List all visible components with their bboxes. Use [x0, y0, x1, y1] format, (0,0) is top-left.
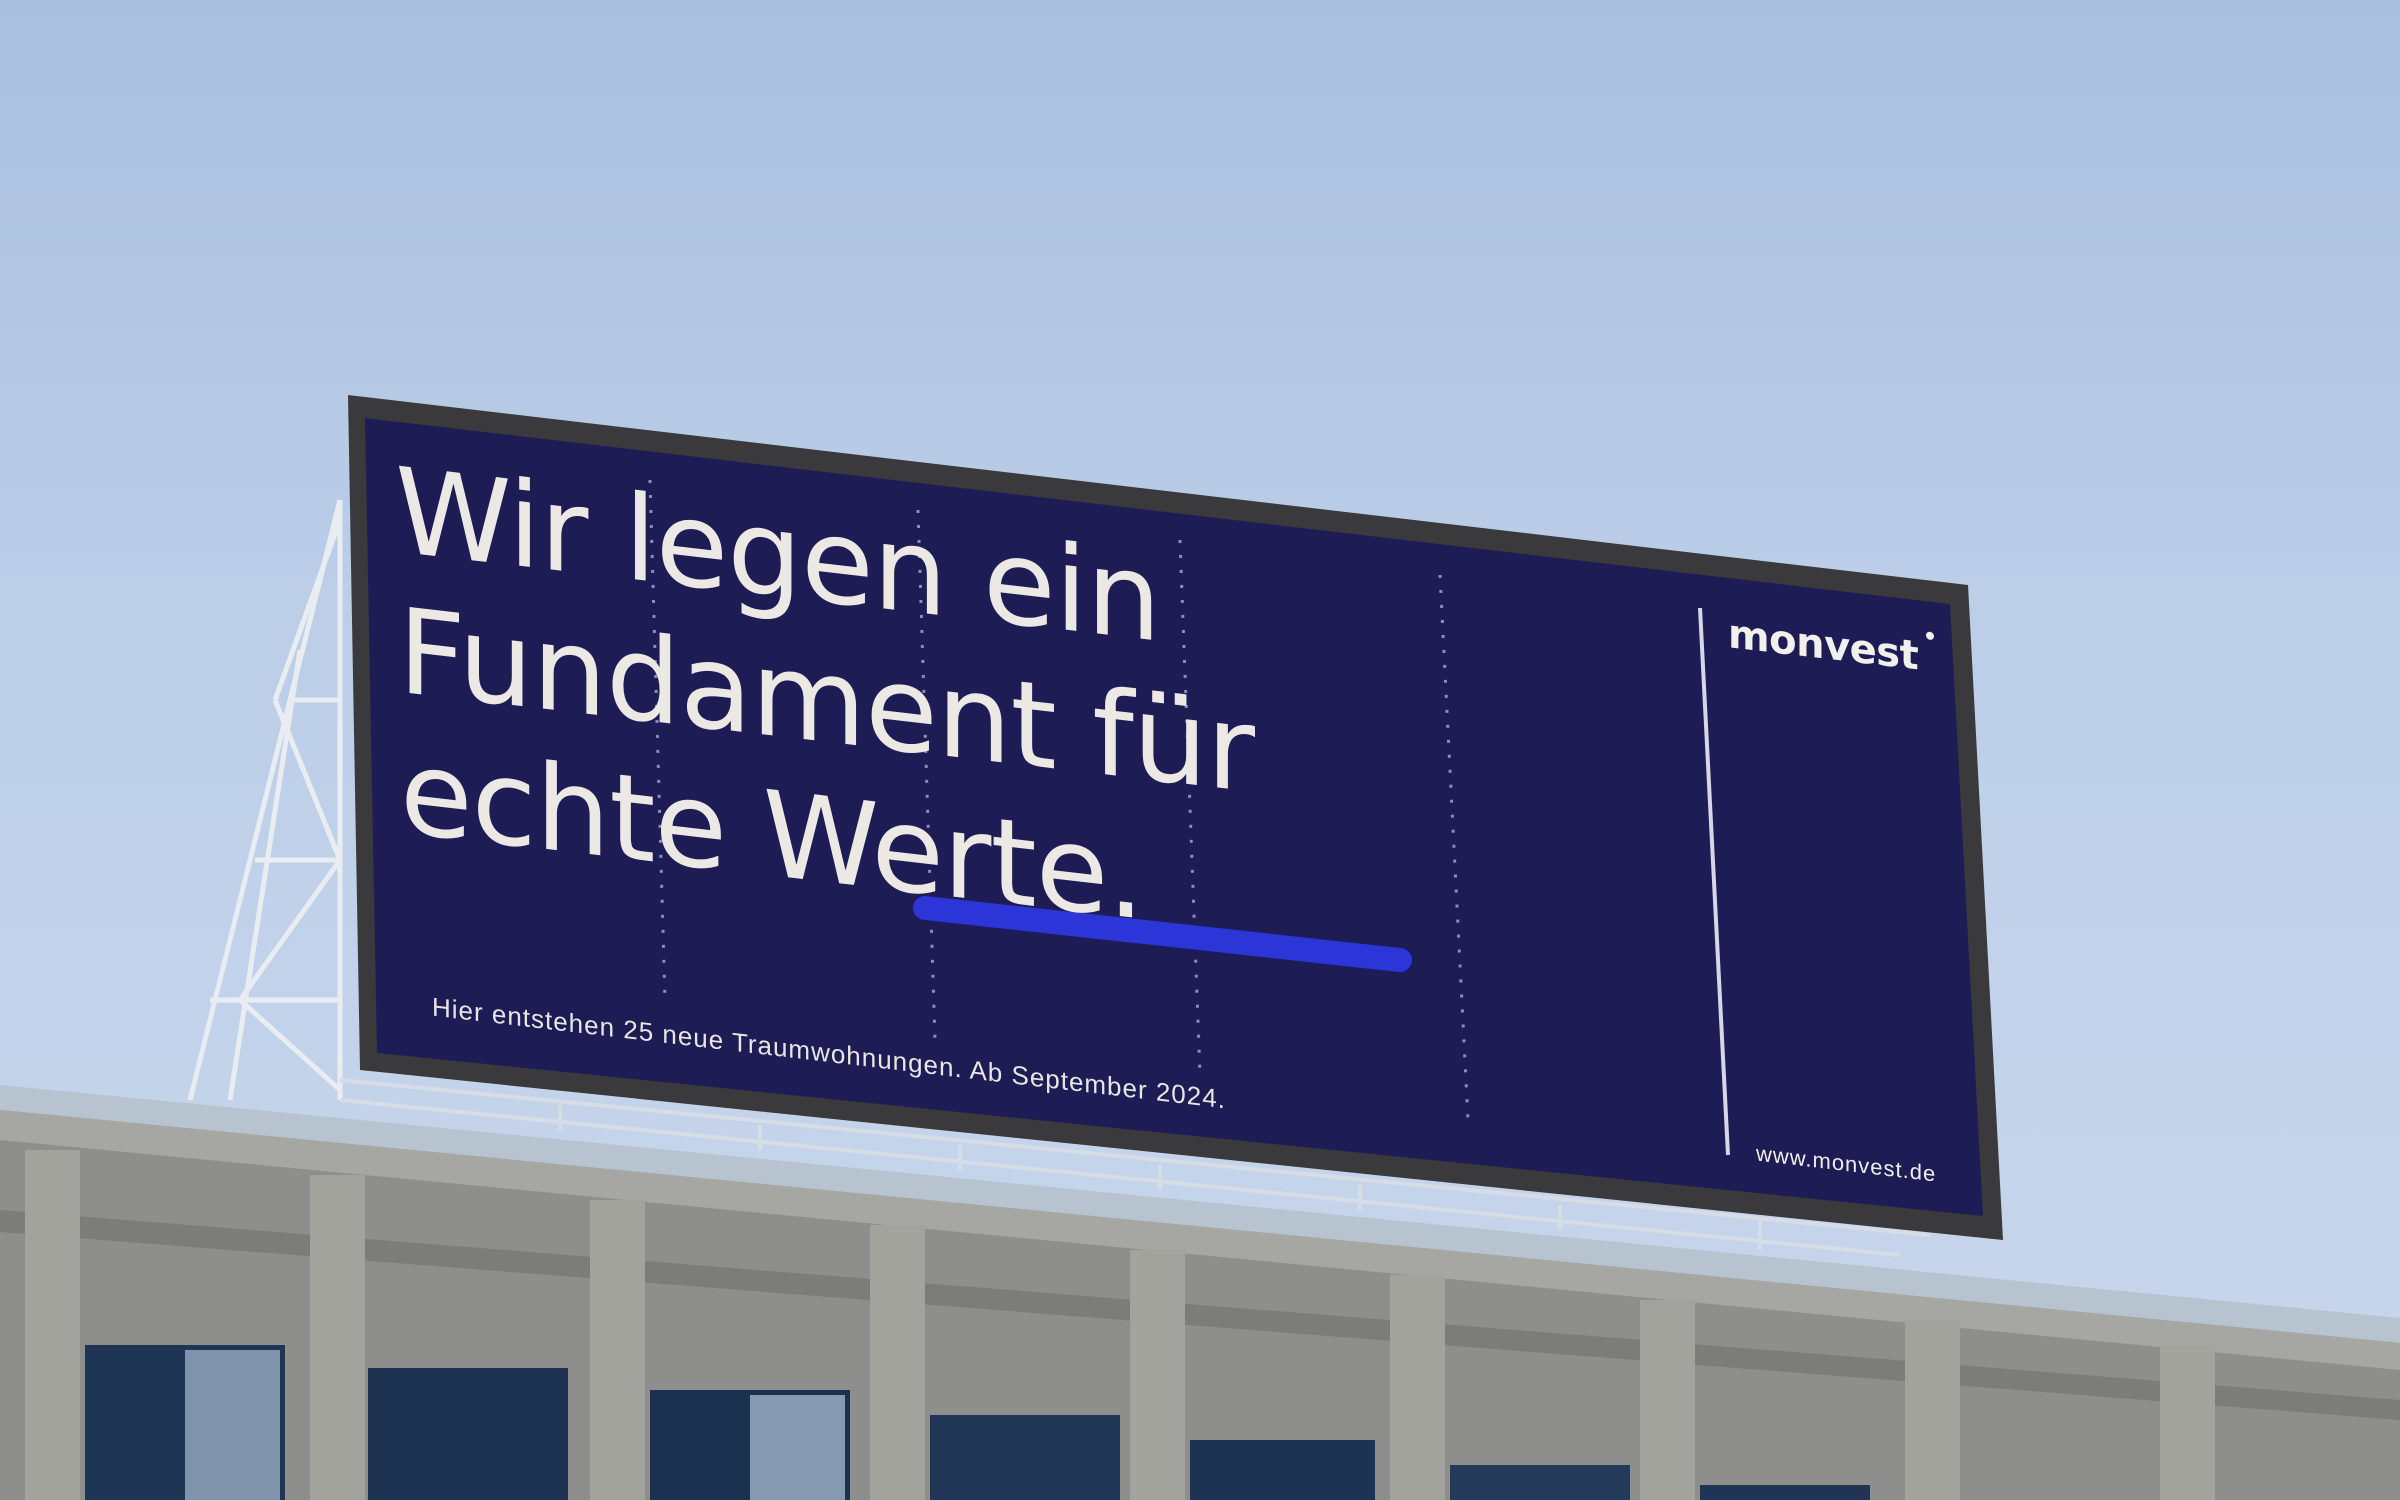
- photo-scene: Wir legen ein Fundament für echte Werte.…: [0, 0, 2400, 1500]
- billboard-face: [365, 418, 1983, 1216]
- scene-graphics: [0, 395, 2400, 1500]
- billboard-truss: [187, 499, 343, 1101]
